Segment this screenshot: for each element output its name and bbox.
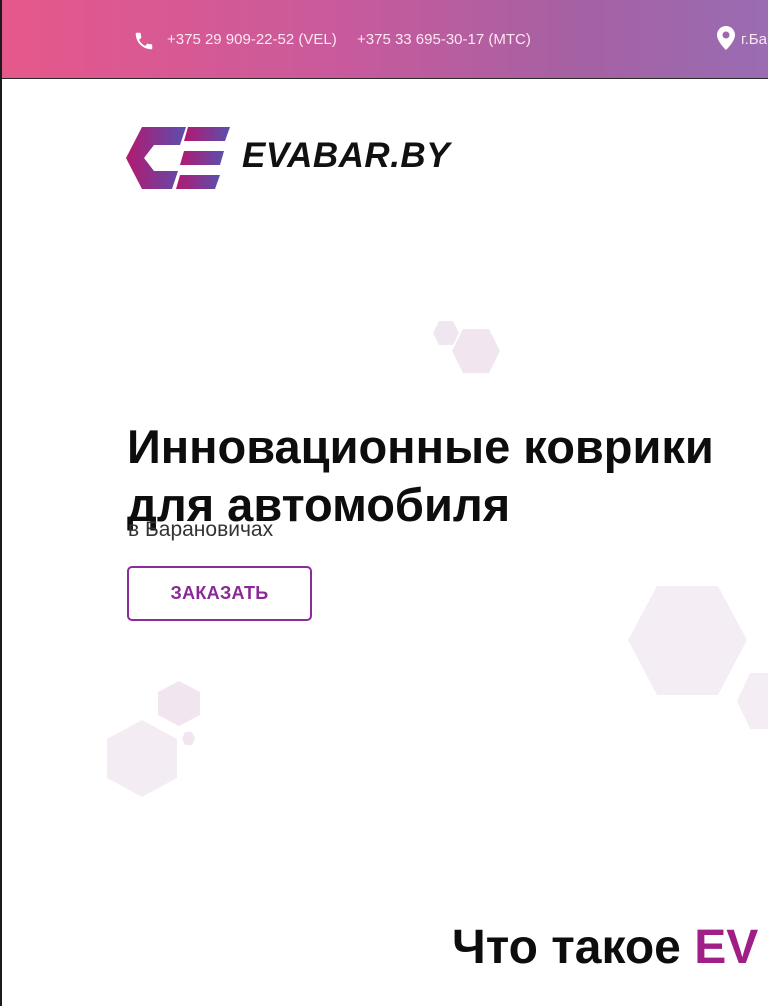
- decorative-hexagon-tiny: [182, 732, 195, 745]
- evabar-logo-icon: [126, 127, 230, 189]
- left-edge-border: [0, 0, 2, 1006]
- phone-icon: [135, 32, 153, 50]
- section-title: Что такое EV: [452, 920, 758, 975]
- city-label[interactable]: г.Ба: [741, 31, 767, 48]
- map-pin-icon: [717, 26, 735, 50]
- decorative-hexagon-left-lower: [107, 720, 177, 797]
- decorative-hexagon-edge: [737, 673, 768, 729]
- decorative-hexagon-medium: [452, 329, 500, 373]
- order-button-label: ЗАКАЗАТЬ: [170, 583, 269, 603]
- section-title-prefix: Что такое: [452, 920, 695, 974]
- hero-subtitle: в Барановичах: [128, 518, 274, 541]
- hero-title-line-1: Инновационные коврики: [127, 420, 714, 474]
- decorative-hexagon-large: [628, 586, 747, 695]
- top-contact-bar: +375 29 909-22-52 (VEL) +375 33 695-30-1…: [0, 0, 768, 79]
- brand-name: EVABAR.BY: [242, 136, 451, 175]
- order-button[interactable]: ЗАКАЗАТЬ: [127, 566, 312, 621]
- phone-link-mts[interactable]: +375 33 695-30-17 (МТС): [357, 31, 531, 48]
- section-title-accent: EV: [694, 920, 759, 974]
- phone-link-vel[interactable]: +375 29 909-22-52 (VEL): [167, 31, 337, 48]
